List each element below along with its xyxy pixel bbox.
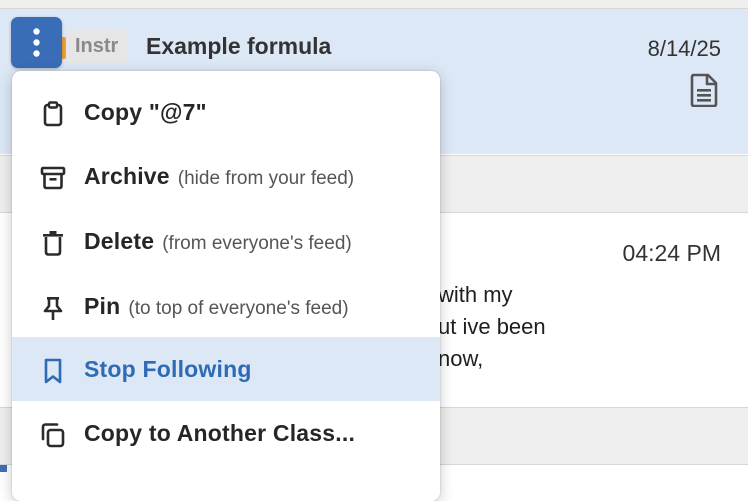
post-time: 04:24 PM bbox=[622, 240, 721, 266]
post-snippet-line: now, bbox=[438, 346, 484, 371]
menu-item-label: Copy "@7" bbox=[84, 99, 207, 125]
unread-indicator bbox=[0, 465, 7, 472]
menu-item-archive[interactable]: Archive (hide from your feed) bbox=[12, 144, 440, 208]
menu-item-label: Archive bbox=[84, 163, 170, 189]
menu-item-delete[interactable]: Delete (from everyone's feed) bbox=[12, 209, 440, 273]
pin-icon bbox=[43, 297, 63, 320]
post-snippet-line: ut ive been bbox=[438, 314, 546, 339]
menu-item-stop-following[interactable]: Stop Following bbox=[12, 337, 440, 401]
vertical-ellipsis-icon bbox=[33, 28, 40, 57]
post-date: 8/14/25 bbox=[647, 36, 721, 61]
menu-item-copy-to-class[interactable]: Copy to Another Class... bbox=[12, 401, 440, 465]
note-icon bbox=[690, 73, 718, 107]
menu-item-hint: (to top of everyone's feed) bbox=[128, 298, 349, 319]
more-options-button[interactable] bbox=[11, 17, 62, 68]
post-actions-menu: Copy "@7" Archive (hide from your feed) D… bbox=[12, 71, 440, 501]
menu-item-pin[interactable]: Pin (to top of everyone's feed) bbox=[12, 274, 440, 338]
trash-icon bbox=[43, 231, 63, 256]
copy-icon bbox=[41, 423, 65, 448]
post-snippet-line: with my bbox=[438, 282, 513, 307]
clipboard-icon bbox=[43, 101, 63, 127]
menu-item-label: Copy to Another Class... bbox=[84, 420, 356, 446]
instructor-badge: Instr bbox=[66, 30, 128, 63]
menu-item-hint: (from everyone's feed) bbox=[162, 233, 352, 254]
feed-gap bbox=[0, 0, 748, 8]
menu-item-hint: (hide from your feed) bbox=[177, 168, 355, 189]
menu-item-copy-reference[interactable]: Copy "@7" bbox=[12, 80, 440, 144]
menu-item-label: Delete bbox=[84, 228, 155, 254]
archive-icon bbox=[40, 166, 66, 190]
menu-item-label: Stop Following bbox=[84, 356, 252, 382]
post-title[interactable]: Example formula bbox=[146, 33, 331, 60]
menu-item-label: Pin bbox=[84, 293, 121, 319]
bookmark-icon bbox=[44, 358, 62, 384]
